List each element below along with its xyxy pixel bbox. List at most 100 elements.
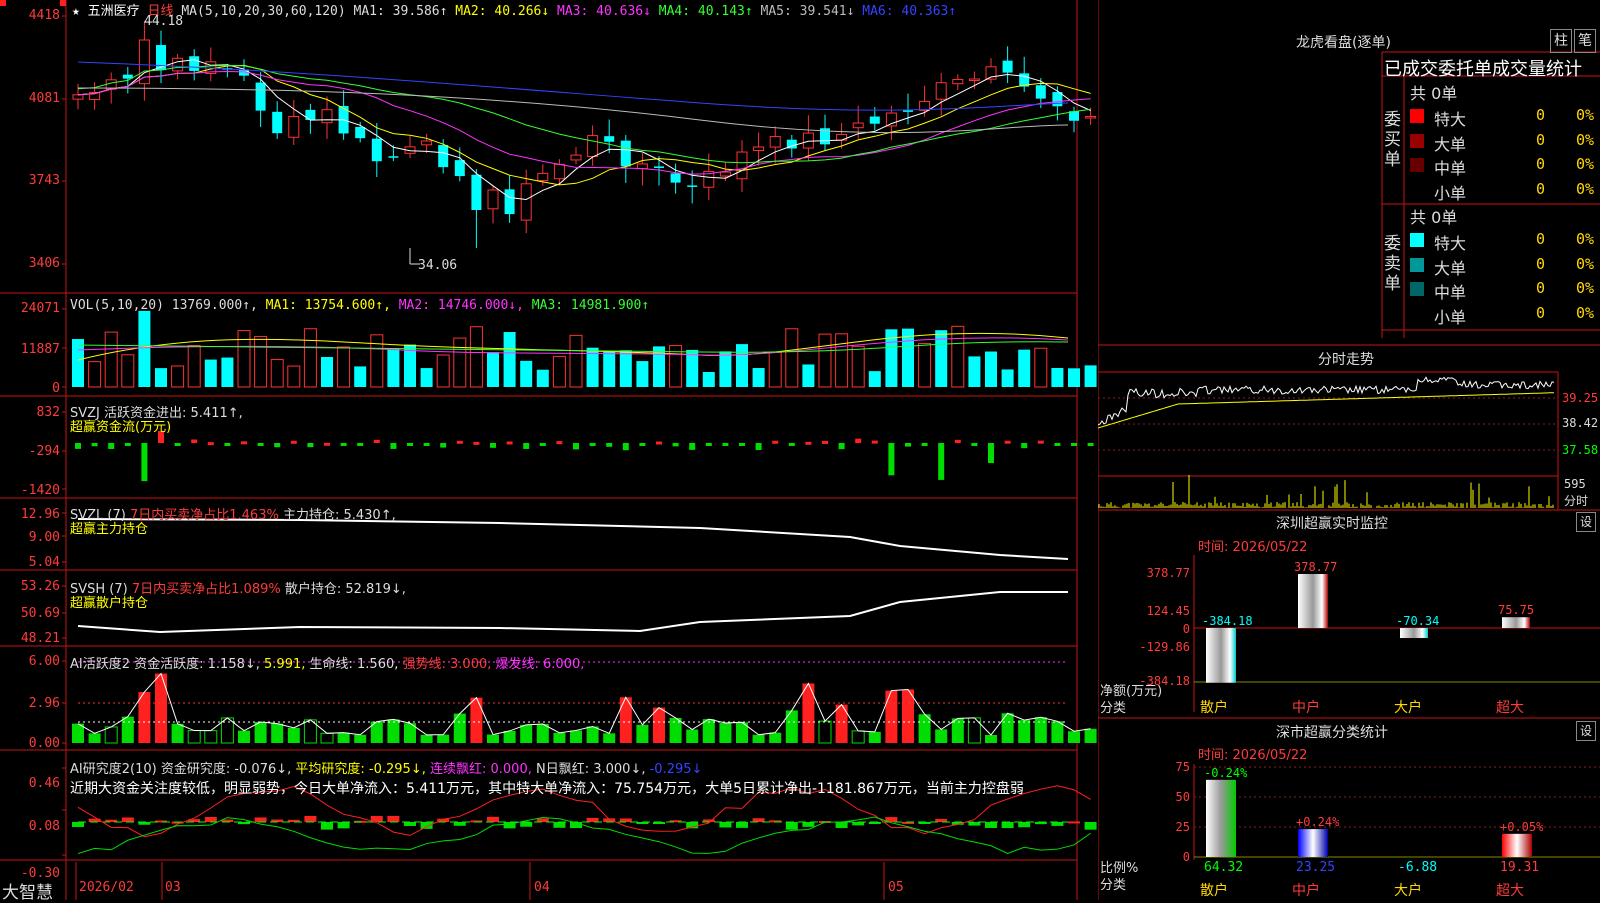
vol-legend: VOL(5,10,20) 13769.000↑, MA1: 13754.600↑… [70, 298, 649, 313]
candle [272, 101, 283, 139]
svzj-bar [539, 443, 546, 446]
volume-bar [918, 343, 932, 388]
szc-ylabel-2: 25 [1175, 820, 1190, 834]
ai2-bar [719, 822, 732, 828]
sz-class-settings-button[interactable]: 设 [1576, 721, 1596, 741]
date-04: 04 [534, 880, 550, 895]
ma-legend-item-3: MA3: 40.636↓ [557, 4, 659, 19]
window-corner-icon [0, 0, 6, 6]
ma-legend-item-4: MA4: 40.143↑ [658, 4, 761, 19]
buy-total: 共 0单 [1410, 84, 1458, 103]
intraday-volume [1098, 475, 1554, 508]
intraday-price-low: 37.58 [1562, 443, 1599, 457]
tick-view-button[interactable]: 笔 [1574, 29, 1596, 53]
svzj-bar [174, 443, 181, 446]
star-icon[interactable]: ★ [72, 4, 80, 19]
candle-body [471, 174, 482, 210]
candle [404, 136, 416, 159]
candle-body [421, 140, 433, 146]
volume-bar [436, 354, 450, 388]
volume-bar [968, 356, 981, 387]
volume-bar [536, 369, 549, 387]
svzj-bar [1037, 440, 1044, 444]
svzj-ylabel-1: -294 [28, 444, 60, 459]
buy-pct: 0% [1576, 179, 1595, 198]
szm-ylabel-0: 378.77 [1146, 566, 1190, 580]
candle-body [769, 136, 781, 148]
sell-pct: 0% [1576, 279, 1595, 297]
svzl-ylabel-1: 9.00 [28, 530, 60, 545]
volume-bar [303, 328, 317, 388]
volume-bar [254, 335, 268, 388]
ai2-bar [204, 817, 217, 822]
szc-category-label: 超大 [1496, 883, 1524, 899]
kline-panel[interactable]: ★ 五洲医疗 日线 MA(5,10,20,30,60,120) MA1: 39.… [0, 0, 1098, 903]
ai2-bar [1068, 821, 1080, 824]
svzl-ylabel-0: 12.96 [20, 507, 60, 522]
ai2-bar [321, 822, 333, 830]
brand-logo[interactable]: 大智慧 [2, 878, 53, 903]
svzj-bar [440, 443, 447, 448]
svzj-bar [141, 443, 148, 482]
candle-body [952, 78, 964, 85]
buy-side-label: 委买单 [1384, 110, 1401, 170]
candle-body [654, 166, 664, 168]
candle [371, 123, 382, 178]
sz-class-title: 深市超赢分类统计 [1276, 725, 1388, 741]
ai1-bar [88, 733, 101, 743]
column-view-button[interactable]: 柱 [1550, 29, 1572, 53]
szc-bar [1206, 779, 1236, 857]
candle-body [305, 109, 316, 120]
ai1-bar [104, 726, 118, 744]
candle [903, 93, 913, 125]
szm-category-label: 散户 [1200, 700, 1228, 716]
sz-monitor-settings-button[interactable]: 设 [1576, 512, 1596, 532]
svsh-line [77, 591, 1068, 634]
volume-bar [569, 334, 583, 388]
svsh-ylabel-2: 48.21 [20, 631, 60, 646]
sell-row: 特大 0 0% [1406, 228, 1600, 253]
szc-category-label: 中户 [1292, 883, 1320, 899]
ai1-ylabel-0: 6.00 [28, 654, 60, 669]
szc-value-label: -6.88 [1398, 860, 1438, 875]
svzj-bar [207, 442, 214, 446]
ai1-bar [387, 719, 400, 743]
candle-body [570, 154, 582, 161]
szm-ylabel-3: -129.86 [1139, 640, 1190, 654]
volume-bar [469, 326, 483, 388]
buy-name: 大单 [1434, 134, 1467, 154]
candle [769, 126, 781, 164]
svzj-bar [639, 443, 646, 446]
ma-legend-item-6: MA6: 40.363↑ [862, 4, 957, 19]
volume-bar [752, 368, 765, 387]
candle-body [604, 136, 615, 142]
svzj-bar [390, 443, 397, 449]
svzj-bar [672, 443, 679, 447]
ai2-legend-item-4: N日飘红: 3.000↓, [535, 762, 650, 777]
ai1-bar [171, 723, 184, 743]
szc-value-label: 64.32 [1204, 860, 1244, 875]
ai2-bar [985, 822, 997, 828]
volume-bar [851, 345, 865, 388]
candle-body [520, 183, 532, 221]
svzj-bar [456, 440, 463, 444]
candle-body [935, 82, 947, 100]
svzj-bar [274, 443, 281, 448]
ai2-bar [785, 822, 798, 830]
candle [189, 49, 200, 81]
svzj-bar [473, 441, 480, 445]
buy-swatch [1410, 109, 1424, 123]
volume-bar [321, 356, 333, 387]
ai1-bar [437, 734, 450, 743]
ai1-bar [1084, 728, 1097, 743]
svsh-ylabel-0: 53.26 [20, 579, 60, 594]
ai1-ylabel-1: 2.96 [28, 696, 60, 711]
ai-comment: 近期大资金关注度较低，明显弱势，今日大单净流入：5.411万元，其中特大单净流入… [70, 781, 1024, 797]
svzj-bar [523, 443, 530, 449]
candle [305, 103, 316, 134]
ai1-bar [553, 732, 566, 743]
ai2-bar [1018, 822, 1031, 828]
vol-ylabel-2: 0 [52, 381, 60, 396]
szm-value-label: -384.18 [1202, 614, 1253, 628]
ai1-bar [287, 727, 300, 743]
